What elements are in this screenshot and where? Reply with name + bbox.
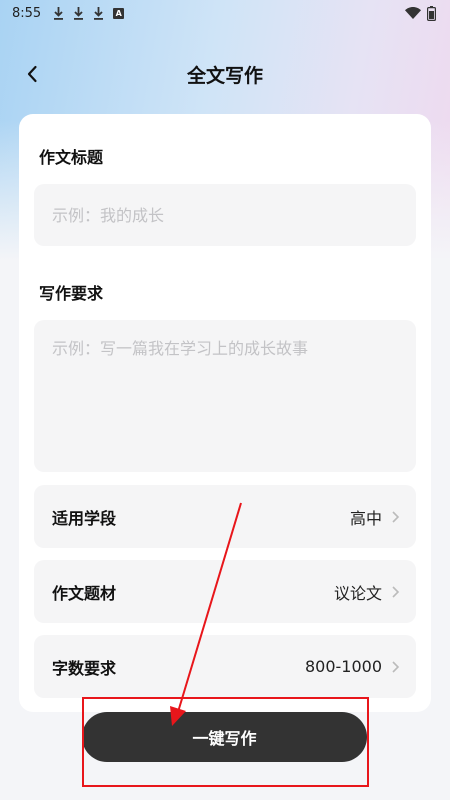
essay-title-input[interactable] <box>34 184 416 246</box>
option-label: 作文题材 <box>52 583 117 603</box>
system-icons <box>405 5 436 21</box>
battery-icon <box>427 5 436 21</box>
page-header: 全文写作 <box>0 52 450 96</box>
writing-requirement-label: 写作要求 <box>39 284 104 303</box>
notification-icons: A <box>53 6 125 20</box>
option-value: 800-1000 <box>304 657 382 676</box>
wifi-icon <box>405 7 421 19</box>
writing-form-card: 作文标题 写作要求 适用学段 高中 作文题材 议论文 字数要求 800-1000 <box>19 114 431 712</box>
download-icon <box>54 6 64 20</box>
page-title: 全文写作 <box>186 64 263 87</box>
one-click-write-button[interactable]: 一键写作 <box>82 712 367 762</box>
chevron-left-icon <box>27 65 37 83</box>
download-icon <box>94 6 104 20</box>
chevron-right-icon <box>392 510 400 523</box>
essay-title-label: 作文标题 <box>39 148 104 167</box>
school-level-selector[interactable]: 适用学段 高中 <box>34 485 416 548</box>
word-count-selector[interactable]: 字数要求 800-1000 <box>34 635 416 698</box>
essay-genre-selector[interactable]: 作文题材 议论文 <box>34 560 416 623</box>
back-button[interactable] <box>18 60 46 88</box>
option-label: 适用学段 <box>52 508 117 528</box>
a-notification-icon: A <box>113 7 125 19</box>
writing-requirement-input[interactable] <box>34 320 416 472</box>
download-icon <box>74 6 84 20</box>
chevron-right-icon <box>392 585 400 598</box>
status-bar: 8:55 A <box>0 0 450 26</box>
option-label: 字数要求 <box>52 658 117 678</box>
option-value: 高中 <box>349 508 382 528</box>
status-time: 8:55 <box>12 5 42 21</box>
option-value: 议论文 <box>333 583 382 603</box>
chevron-right-icon <box>392 660 400 673</box>
